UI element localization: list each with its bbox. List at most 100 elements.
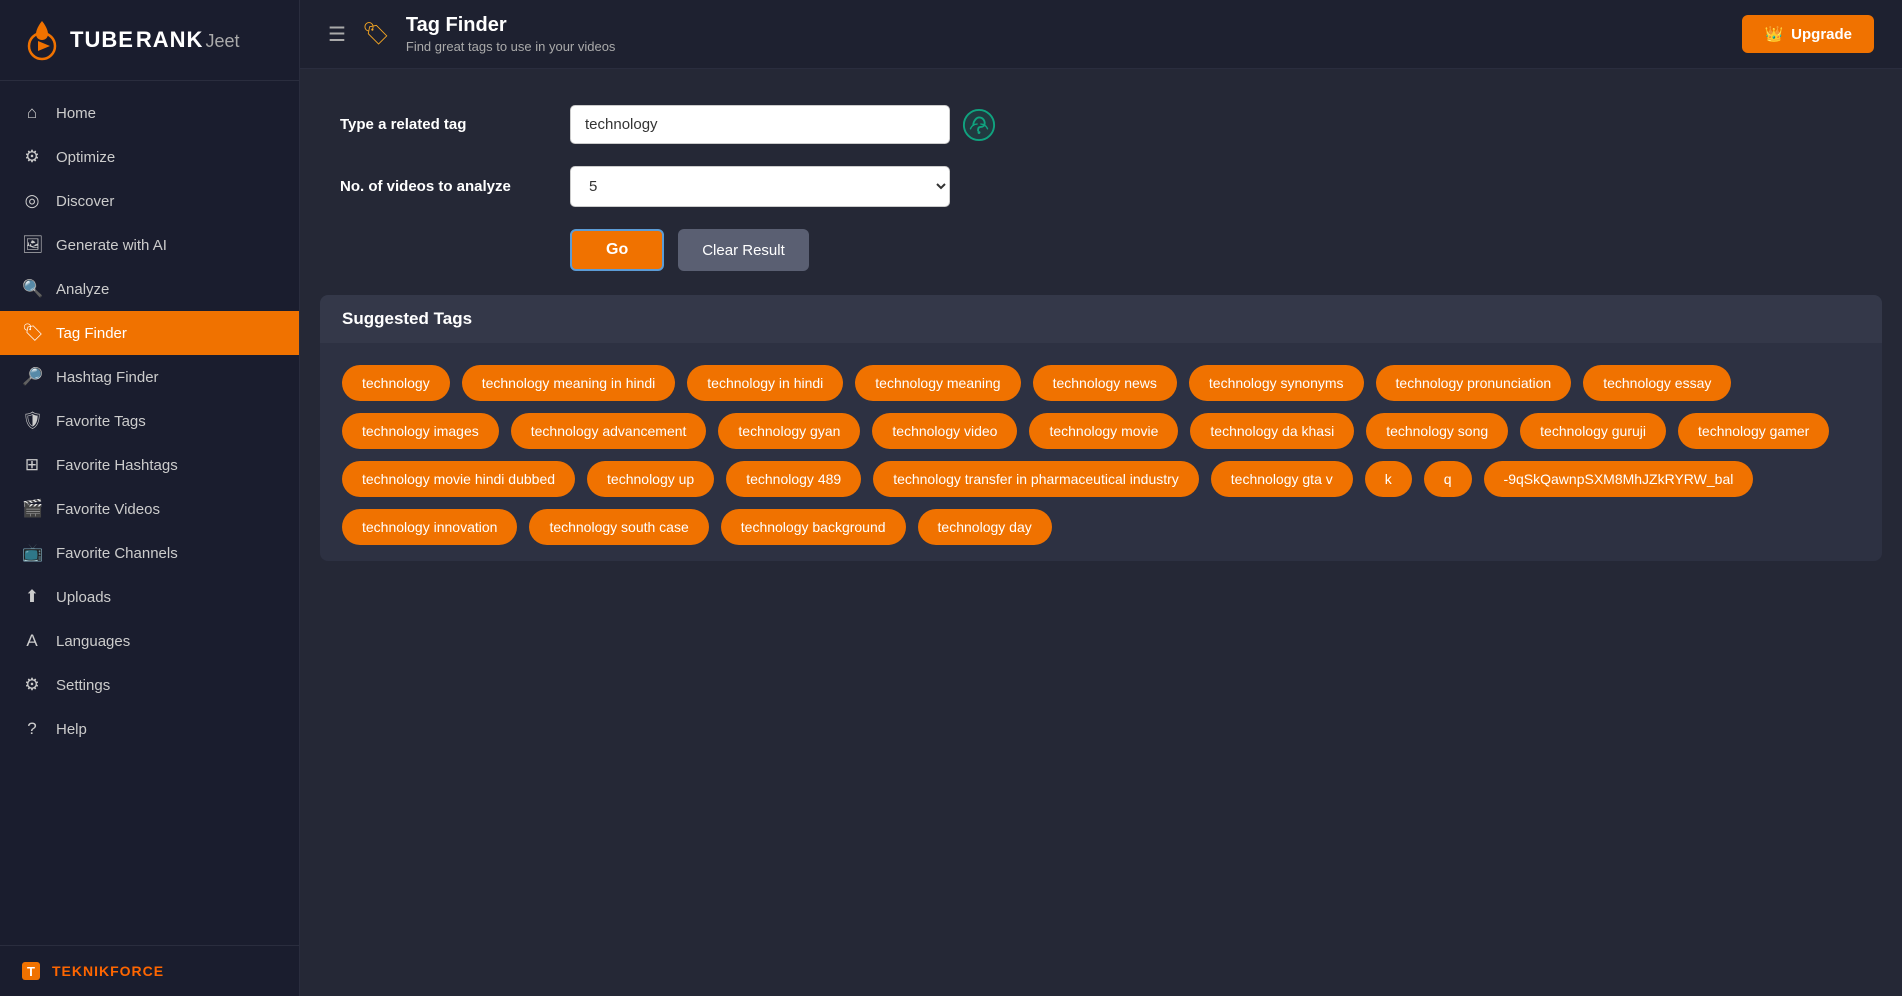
nav-label-favorite-channels: Favorite Channels	[56, 545, 178, 562]
tag-pill[interactable]: technology advancement	[511, 413, 707, 449]
nav-label-languages: Languages	[56, 633, 130, 650]
tag-pill[interactable]: technology guruji	[1520, 413, 1666, 449]
clear-button[interactable]: Clear Result	[678, 229, 809, 271]
sidebar: TUBE RANK Jeet ⌂ Home ⚙ Optimize ◎ Discover 🖼G…	[0, 0, 300, 996]
sidebar-item-favorite-videos[interactable]: 🎬 Favorite Videos	[0, 487, 299, 531]
nav-label-tag-finder: Tag Finder	[56, 325, 127, 342]
crown-icon: 👑	[1764, 25, 1783, 43]
nav-label-hashtag-finder: Hashtag Finder	[56, 369, 159, 386]
tag-pill[interactable]: technology essay	[1583, 365, 1731, 401]
tag-pill[interactable]: technology south case	[529, 509, 708, 545]
tag-pill[interactable]: q	[1424, 461, 1472, 497]
nav-label-favorite-videos: Favorite Videos	[56, 501, 160, 518]
nav-icon-favorite-channels: 📺	[22, 543, 42, 563]
tag-pill[interactable]: technology gamer	[1678, 413, 1829, 449]
sidebar-item-tag-finder[interactable]: 🏷 Tag Finder	[0, 311, 299, 355]
sidebar-item-languages[interactable]: A Languages	[0, 619, 299, 663]
nav-icon-favorite-videos: 🎬	[22, 499, 42, 519]
tag-pill[interactable]: -9qSkQawnpSXM8MhJZkRYRW_bal	[1484, 461, 1754, 497]
tag-pill[interactable]: technology in hindi	[687, 365, 843, 401]
upgrade-label: Upgrade	[1791, 26, 1852, 43]
count-label: No. of videos to analyze	[340, 178, 570, 195]
tag-pill[interactable]: technology	[342, 365, 450, 401]
sidebar-item-analyze[interactable]: 🔍 Analyze	[0, 267, 299, 311]
tag-pill[interactable]: technology gta v	[1211, 461, 1353, 497]
ai-icon-button[interactable]	[960, 106, 998, 144]
sidebar-footer: T TEKNIKFORCE	[0, 945, 299, 996]
sidebar-item-uploads[interactable]: ⬆Uploads	[0, 575, 299, 619]
tag-pill[interactable]: technology images	[342, 413, 499, 449]
nav-label-analyze: Analyze	[56, 281, 109, 298]
teknikforce-icon: T	[20, 960, 42, 982]
tag-pill[interactable]: technology da khasi	[1190, 413, 1354, 449]
logo-icon	[20, 18, 64, 62]
nav-label-favorite-tags: Favorite Tags	[56, 413, 146, 430]
tag-pill[interactable]: technology background	[721, 509, 906, 545]
tag-pill[interactable]: technology pronunciation	[1376, 365, 1572, 401]
sidebar-item-help[interactable]: ?Help	[0, 707, 299, 751]
tag-pill[interactable]: technology gyan	[718, 413, 860, 449]
nav-label-optimize: Optimize	[56, 149, 115, 166]
tag-header-icon: 🏷	[362, 21, 390, 47]
sidebar-item-settings[interactable]: ⚙Settings	[0, 663, 299, 707]
suggested-tags-section: Suggested Tags technology technology mean…	[320, 295, 1882, 561]
main-content: ☰ 🏷 Tag Finder Find great tags to use in…	[300, 0, 1902, 996]
tag-pill[interactable]: technology 489	[726, 461, 861, 497]
nav-icon-discover: ◎	[22, 191, 42, 211]
nav-icon-analyze: 🔍	[22, 279, 42, 299]
sidebar-item-home[interactable]: ⌂ Home	[0, 91, 299, 135]
nav-label-favorite-hashtags: Favorite Hashtags	[56, 457, 178, 474]
tag-pill[interactable]: technology movie hindi dubbed	[342, 461, 575, 497]
tag-pill[interactable]: technology innovation	[342, 509, 517, 545]
tag-pill[interactable]: technology song	[1366, 413, 1508, 449]
sidebar-item-hashtag-finder[interactable]: 🔎 Hashtag Finder	[0, 355, 299, 399]
sidebar-item-favorite-channels[interactable]: 📺 Favorite Channels	[0, 531, 299, 575]
tag-pill[interactable]: technology transfer in pharmaceutical in…	[873, 461, 1199, 497]
nav-icon-uploads: ⬆	[22, 587, 42, 607]
tag-pill[interactable]: technology synonyms	[1189, 365, 1364, 401]
logo-area: TUBE RANK Jeet	[0, 0, 299, 81]
tags-section-title: Suggested Tags	[320, 295, 1882, 343]
nav-icon-tag-finder: 🏷	[22, 323, 42, 343]
tag-pill[interactable]: technology video	[872, 413, 1017, 449]
tag-pill[interactable]: technology day	[918, 509, 1052, 545]
sidebar-item-favorite-tags[interactable]: 🛡 Favorite Tags	[0, 399, 299, 443]
sidebar-item-optimize[interactable]: ⚙ Optimize	[0, 135, 299, 179]
sidebar-item-discover[interactable]: ◎ Discover	[0, 179, 299, 223]
teknikforce-label: TEKNIKFORCE	[52, 963, 164, 979]
sidebar-item-generate-ai[interactable]: 🖼Generate with AI	[0, 223, 299, 267]
tag-input-wrap	[570, 105, 998, 144]
count-select[interactable]: 5 10 15 20	[570, 166, 950, 207]
tag-pill[interactable]: technology movie	[1029, 413, 1178, 449]
app-header: ☰ 🏷 Tag Finder Find great tags to use in…	[300, 0, 1902, 69]
header-title-group: Tag Finder Find great tags to use in you…	[406, 14, 616, 54]
sidebar-item-favorite-hashtags[interactable]: ⊞ Favorite Hashtags	[0, 443, 299, 487]
action-buttons: Go Clear Result	[570, 229, 1862, 271]
tag-pill[interactable]: technology up	[587, 461, 714, 497]
form-area: Type a related tag No. of videos to anal…	[300, 69, 1902, 295]
tag-input[interactable]	[570, 105, 950, 144]
logo-jeet: Jeet	[205, 31, 239, 52]
tags-body: technology technology meaning in hindi tec…	[320, 343, 1882, 561]
hamburger-icon[interactable]: ☰	[328, 22, 346, 47]
nav-icon-languages: A	[22, 631, 42, 651]
nav-icon-optimize: ⚙	[22, 147, 42, 167]
tag-pill[interactable]: technology news	[1033, 365, 1177, 401]
logo-rank: RANK	[136, 27, 204, 53]
nav-label-generate-ai: Generate with AI	[56, 237, 167, 254]
tag-label: Type a related tag	[340, 116, 570, 133]
upgrade-button[interactable]: 👑 Upgrade	[1742, 15, 1874, 53]
nav-menu: ⌂ Home ⚙ Optimize ◎ Discover 🖼Generate with AI…	[0, 81, 299, 945]
nav-icon-home: ⌂	[22, 103, 42, 123]
nav-icon-favorite-hashtags: ⊞	[22, 455, 42, 475]
nav-icon-favorite-tags: 🛡	[22, 411, 42, 431]
go-button[interactable]: Go	[570, 229, 664, 271]
tag-pill[interactable]: k	[1365, 461, 1412, 497]
tag-pill[interactable]: technology meaning	[855, 365, 1020, 401]
page-subtitle: Find great tags to use in your videos	[406, 39, 616, 54]
nav-label-discover: Discover	[56, 193, 114, 210]
nav-label-help: Help	[56, 721, 87, 738]
nav-label-home: Home	[56, 105, 96, 122]
nav-icon-hashtag-finder: 🔎	[22, 367, 42, 387]
tag-pill[interactable]: technology meaning in hindi	[462, 365, 676, 401]
